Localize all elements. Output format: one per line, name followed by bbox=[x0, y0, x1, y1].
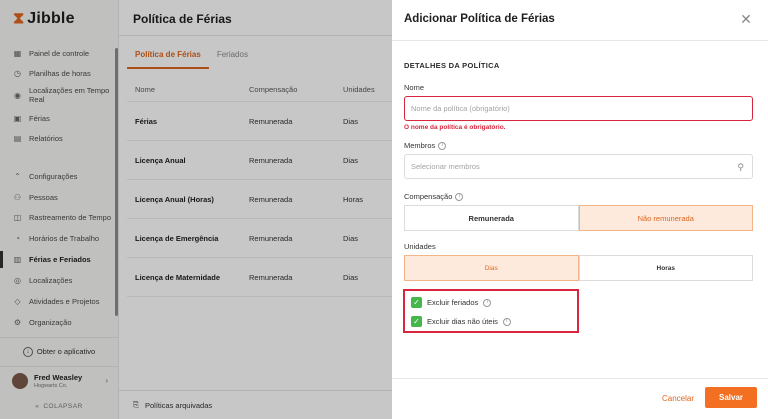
compensation-label: Compensação i bbox=[404, 192, 464, 201]
add-leave-policy-drawer: Adicionar Política de Férias ✕ DETALHES … bbox=[392, 0, 768, 419]
drawer-title: Adicionar Política de Férias bbox=[404, 13, 555, 25]
info-icon[interactable]: i bbox=[483, 298, 492, 307]
add-member-icon: ⚲ bbox=[737, 162, 744, 172]
days-option[interactable]: Dias bbox=[404, 255, 579, 281]
name-label: Nome bbox=[404, 83, 425, 92]
info-icon[interactable]: i bbox=[438, 141, 447, 150]
divider bbox=[392, 378, 768, 379]
members-label: Membros i bbox=[404, 141, 447, 150]
name-error-message: O nome da política é obrigatório. bbox=[404, 124, 506, 131]
save-button[interactable]: Salvar bbox=[705, 387, 757, 408]
units-label: Unidades bbox=[404, 242, 436, 251]
divider bbox=[392, 40, 768, 41]
compensation-toggle: Remunerada Não remunerada bbox=[404, 205, 753, 231]
exclude-non-working-days-checkbox[interactable]: ✓ Excluir dias não úteis i bbox=[411, 316, 511, 327]
modal-backdrop[interactable] bbox=[0, 0, 392, 419]
info-icon[interactable]: i bbox=[455, 192, 464, 201]
units-toggle: Dias Horas bbox=[404, 255, 753, 281]
paid-option[interactable]: Remunerada bbox=[404, 205, 579, 231]
hours-option[interactable]: Horas bbox=[578, 255, 753, 281]
policy-name-input[interactable]: Nome da política (obrigatório) bbox=[404, 96, 753, 121]
checkmark-icon[interactable]: ✓ bbox=[411, 316, 422, 327]
cancel-button[interactable]: Cancelar bbox=[654, 388, 702, 408]
checkmark-icon[interactable]: ✓ bbox=[411, 297, 422, 308]
exclude-holidays-checkbox[interactable]: ✓ Excluir feriados i bbox=[411, 297, 492, 308]
close-icon[interactable]: ✕ bbox=[739, 12, 753, 26]
info-icon[interactable]: i bbox=[502, 317, 511, 326]
exclusion-checkboxes: ✓ Excluir feriados i ✓ Excluir dias não … bbox=[403, 289, 579, 333]
unpaid-option[interactable]: Não remunerada bbox=[578, 205, 753, 231]
members-select[interactable]: Selecionar membros ⚲ bbox=[404, 154, 753, 179]
section-title: DETALHES DA POLÍTICA bbox=[404, 61, 500, 70]
